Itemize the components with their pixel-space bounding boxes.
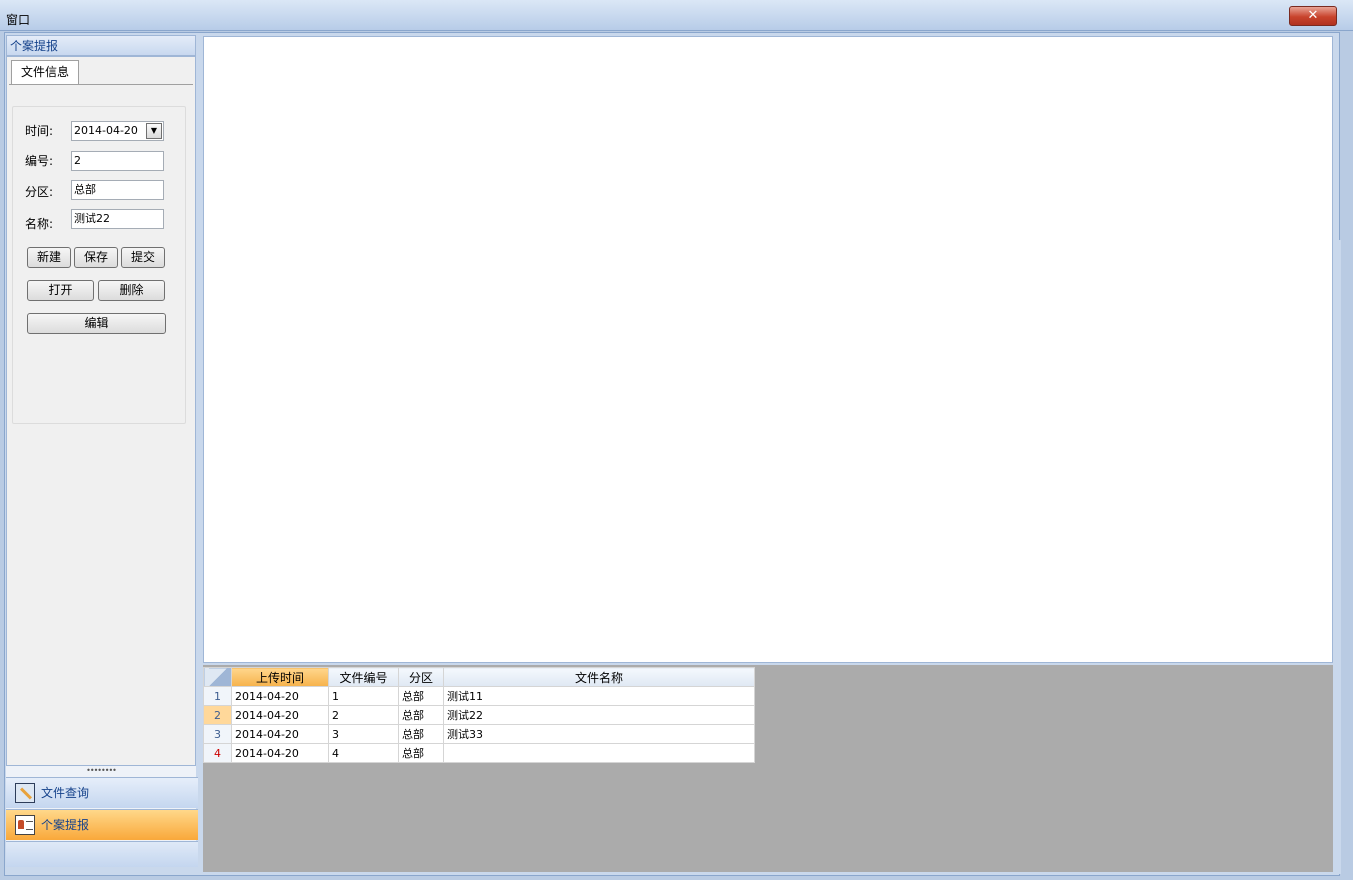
cell-name[interactable] bbox=[443, 743, 755, 763]
column-header-name[interactable]: 文件名称 bbox=[443, 667, 755, 687]
tab-file-info[interactable]: 文件信息 bbox=[11, 60, 79, 84]
submit-button[interactable]: 提交 bbox=[121, 247, 165, 268]
cell-district[interactable]: 总部 bbox=[398, 724, 444, 744]
edit-button[interactable]: 编辑 bbox=[27, 313, 166, 334]
files-grid: 上传时间 文件编号 分区 文件名称 1 2014-04-20 1 总部 测试11… bbox=[203, 667, 755, 763]
panel-header: 个案提报 bbox=[6, 35, 196, 56]
window-title: 窗口 bbox=[6, 13, 31, 27]
table-row[interactable]: 4 2014-04-20 4 总部 bbox=[203, 743, 755, 763]
column-header-time[interactable]: 上传时间 bbox=[231, 667, 329, 687]
column-header-id[interactable]: 文件编号 bbox=[328, 667, 399, 687]
delete-button[interactable]: 删除 bbox=[98, 280, 165, 301]
cell-name[interactable]: 测试22 bbox=[443, 705, 755, 725]
column-header-district[interactable]: 分区 bbox=[398, 667, 444, 687]
district-label: 分区: bbox=[25, 185, 54, 199]
panel-splitter[interactable]: •••••••• bbox=[6, 767, 196, 776]
cell-time[interactable]: 2014-04-20 bbox=[231, 743, 329, 763]
nav-case-report-label: 个案提报 bbox=[41, 818, 90, 832]
table-row[interactable]: 3 2014-04-20 3 总部 测试33 bbox=[203, 724, 755, 744]
cell-time[interactable]: 2014-04-20 bbox=[231, 686, 329, 706]
table-row[interactable]: 2 2014-04-20 2 总部 测试22 bbox=[203, 705, 755, 725]
grid-header-row: 上传时间 文件编号 分区 文件名称 bbox=[203, 667, 755, 687]
grid-corner[interactable] bbox=[203, 667, 232, 687]
cell-name[interactable]: 测试33 bbox=[443, 724, 755, 744]
name-field[interactable]: 测试22 bbox=[71, 209, 164, 229]
panel-body: 文件信息 时间: 2014-04-20 ▼ 编号: 2 分区: 总部 名称: 测… bbox=[6, 56, 196, 766]
window-edge bbox=[1335, 240, 1341, 874]
district-field[interactable]: 总部 bbox=[71, 180, 164, 200]
name-label: 名称: bbox=[25, 217, 54, 231]
cell-time[interactable]: 2014-04-20 bbox=[231, 724, 329, 744]
new-button[interactable]: 新建 bbox=[27, 247, 71, 268]
row-header[interactable]: 4 bbox=[203, 743, 232, 763]
form-group: 时间: 2014-04-20 ▼ 编号: 2 分区: 总部 名称: 测试22 新… bbox=[12, 106, 186, 424]
row-header[interactable]: 2 bbox=[203, 705, 232, 725]
left-panel: 个案提报 文件信息 时间: 2014-04-20 ▼ 编号: 2 分区: 总部 … bbox=[6, 35, 198, 867]
nav-file-query-label: 文件查询 bbox=[41, 786, 90, 800]
time-date-picker[interactable]: 2014-04-20 ▼ bbox=[71, 121, 164, 141]
time-value: 2014-04-20 bbox=[74, 124, 138, 137]
nav-file-query[interactable]: 文件查询 bbox=[6, 777, 198, 808]
chevron-down-icon[interactable]: ▼ bbox=[146, 123, 162, 139]
pencil-icon bbox=[15, 783, 35, 803]
row-header[interactable]: 3 bbox=[203, 724, 232, 744]
close-icon: ✕ bbox=[1307, 8, 1319, 23]
time-label: 时间: bbox=[25, 124, 54, 138]
nav-footer bbox=[6, 841, 198, 867]
cell-district[interactable]: 总部 bbox=[398, 705, 444, 725]
cell-name[interactable]: 测试11 bbox=[443, 686, 755, 706]
cell-time[interactable]: 2014-04-20 bbox=[231, 705, 329, 725]
nav-case-report[interactable]: 个案提报 bbox=[6, 809, 198, 840]
table-row[interactable]: 1 2014-04-20 1 总部 测试11 bbox=[203, 686, 755, 706]
save-button[interactable]: 保存 bbox=[74, 247, 118, 268]
cell-id[interactable]: 3 bbox=[328, 724, 399, 744]
contact-card-icon bbox=[15, 815, 35, 835]
cell-id[interactable]: 4 bbox=[328, 743, 399, 763]
cell-id[interactable]: 1 bbox=[328, 686, 399, 706]
cell-district[interactable]: 总部 bbox=[398, 743, 444, 763]
number-field[interactable]: 2 bbox=[71, 151, 164, 171]
cell-district[interactable]: 总部 bbox=[398, 686, 444, 706]
title-bar: 窗口 ✕ bbox=[0, 0, 1353, 31]
document-view bbox=[203, 36, 1333, 663]
close-button[interactable]: ✕ bbox=[1289, 6, 1337, 26]
tab-page: 时间: 2014-04-20 ▼ 编号: 2 分区: 总部 名称: 测试22 新… bbox=[9, 84, 193, 765]
number-label: 编号: bbox=[25, 154, 54, 168]
cell-id[interactable]: 2 bbox=[328, 705, 399, 725]
grid-area: 上传时间 文件编号 分区 文件名称 1 2014-04-20 1 总部 测试11… bbox=[203, 665, 1333, 872]
row-header[interactable]: 1 bbox=[203, 686, 232, 706]
open-button[interactable]: 打开 bbox=[27, 280, 94, 301]
